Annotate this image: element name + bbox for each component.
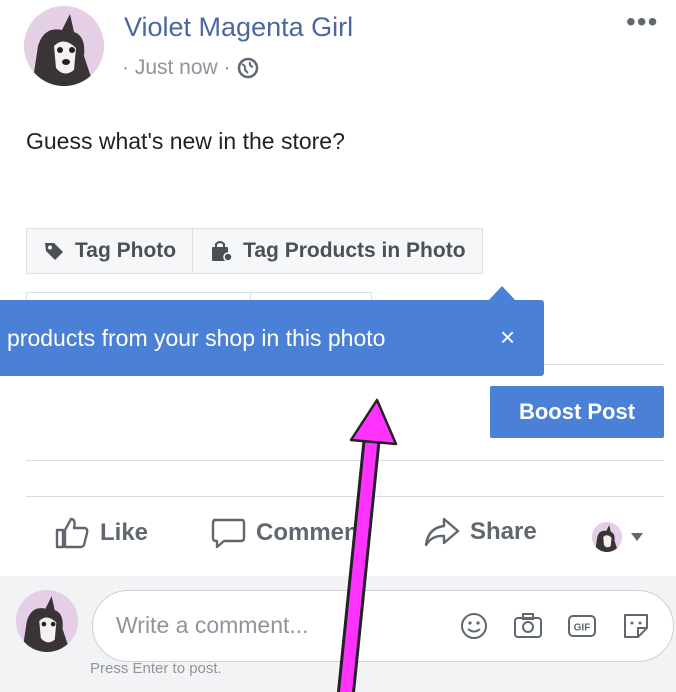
- thumbs-up-icon: [55, 517, 89, 549]
- comment-placeholder: Write a comment...: [116, 612, 309, 638]
- comment-label: Comment: [256, 519, 367, 546]
- tag-products-label: Tag Products in Photo: [243, 239, 466, 262]
- tag-photo-label: Tag Photo: [75, 239, 177, 262]
- post-as-selector[interactable]: [592, 522, 644, 552]
- press-enter-hint: Press Enter to post.: [90, 660, 222, 677]
- camera-icon[interactable]: [508, 606, 548, 646]
- more-options-icon[interactable]: •••: [626, 6, 658, 38]
- dog-photo-icon: [592, 522, 622, 552]
- author-name[interactable]: Violet Magenta Girl: [124, 12, 353, 43]
- divider: [26, 496, 664, 497]
- tooltip-close-icon[interactable]: ×: [500, 322, 515, 353]
- post-timestamp[interactable]: · Just now ·: [122, 56, 231, 80]
- tag-photo-button[interactable]: Tag Photo: [27, 229, 192, 273]
- dog-photo-icon: [16, 590, 78, 652]
- like-label: Like: [100, 519, 149, 546]
- post-text: Guess what's new in the store?: [26, 128, 345, 154]
- tag-button-row: Tag Photo Tag Products in Photo: [26, 228, 483, 274]
- like-button[interactable]: Like: [54, 516, 148, 550]
- divider: [544, 364, 664, 365]
- tag-products-tooltip: products from your shop in this photo ×: [0, 300, 544, 376]
- gif-icon[interactable]: GIF: [562, 606, 602, 646]
- share-label: Share: [470, 518, 537, 545]
- post-meta: · Just now ·: [122, 56, 259, 80]
- emoji-icon[interactable]: [454, 606, 494, 646]
- comment-button[interactable]: Comment: [210, 516, 367, 550]
- share-arrow-icon: [424, 517, 460, 547]
- author-avatar[interactable]: [24, 6, 104, 86]
- selector-avatar: [592, 522, 622, 552]
- share-button[interactable]: Share: [424, 516, 537, 548]
- caret-down-icon: [631, 533, 643, 541]
- sticker-icon[interactable]: [616, 606, 656, 646]
- boost-post-button[interactable]: Boost Post: [490, 386, 664, 438]
- commenter-avatar[interactable]: [16, 590, 78, 652]
- speech-bubble-icon: [211, 518, 246, 549]
- tooltip-arrow: [488, 286, 516, 301]
- divider: [26, 460, 664, 461]
- dog-photo-icon: [24, 6, 104, 86]
- shopping-bag-icon: [212, 241, 233, 262]
- tooltip-text: products from your shop in this photo: [7, 324, 386, 351]
- tag-products-button[interactable]: Tag Products in Photo: [192, 229, 481, 273]
- svg-text:GIF: GIF: [574, 623, 591, 634]
- globe-icon[interactable]: [237, 57, 259, 79]
- tag-icon: [45, 243, 63, 260]
